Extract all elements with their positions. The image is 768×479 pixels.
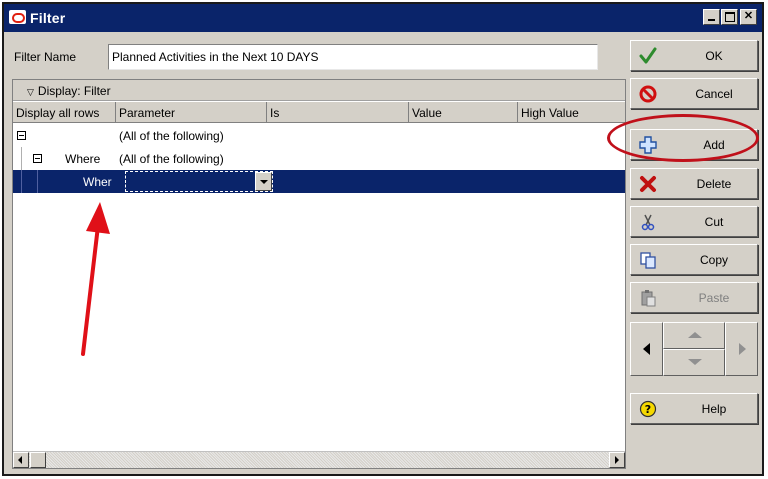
copy-label: Copy: [699, 253, 728, 267]
annotation-arrow-icon: [81, 202, 110, 356]
table-row[interactable]: (All of the following): [13, 124, 625, 147]
ok-label: OK: [705, 49, 723, 63]
scroll-left-icon[interactable]: [13, 452, 29, 468]
column-header-display-all-rows[interactable]: Display all rows: [13, 102, 116, 122]
cancel-button[interactable]: Cancel: [630, 78, 758, 109]
condition-cell: Where: [65, 152, 101, 166]
scrollbar-thumb[interactable]: [30, 452, 46, 468]
column-header-parameter[interactable]: Parameter: [116, 102, 267, 122]
filter-name-label: Filter Name: [14, 50, 77, 64]
arrow-down-icon: [688, 359, 702, 365]
display-filter-label: Display: Filter: [37, 84, 111, 98]
window-title: Filter: [30, 10, 66, 26]
scroll-right-icon[interactable]: [609, 452, 625, 468]
copy-icon: [640, 252, 656, 269]
column-header-value[interactable]: Value: [409, 102, 518, 122]
delete-x-icon: [640, 176, 656, 192]
paste-icon: [641, 290, 656, 307]
table-row-selected[interactable]: Wher: [13, 170, 625, 193]
column-headers: Display all rows Parameter Is Value High…: [13, 102, 625, 123]
maximize-icon[interactable]: [721, 9, 738, 25]
help-icon: ?: [639, 400, 657, 418]
oracle-logo-icon: [9, 10, 26, 24]
arrow-up-icon: [688, 332, 702, 338]
chevron-down-icon: ▽: [27, 87, 34, 97]
title-bar[interactable]: Filter ✕: [4, 4, 762, 32]
cut-button[interactable]: Cut: [630, 206, 758, 237]
tree-guide-line: [21, 170, 22, 193]
help-button[interactable]: ? Help: [630, 393, 758, 424]
parameter-cell: (All of the following): [119, 129, 224, 143]
close-icon[interactable]: ✕: [740, 9, 757, 25]
no-entry-icon: [639, 85, 657, 103]
minimize-icon[interactable]: [703, 9, 720, 25]
paste-label: Paste: [698, 291, 730, 305]
cancel-label: Cancel: [695, 87, 733, 101]
svg-text:?: ?: [645, 403, 651, 416]
cut-label: Cut: [704, 215, 724, 229]
horizontal-scrollbar[interactable]: [13, 451, 625, 468]
column-header-is[interactable]: Is: [267, 102, 409, 122]
move-navigation-pad: [630, 322, 758, 376]
arrow-left-icon: [643, 343, 650, 355]
checkmark-icon: [639, 47, 657, 64]
move-down-button[interactable]: [663, 349, 725, 376]
help-label: Help: [701, 402, 727, 416]
parameter-cell: (All of the following): [119, 152, 224, 166]
move-right-button[interactable]: [725, 322, 758, 376]
column-header-high-value[interactable]: High Value: [518, 102, 625, 122]
table-row[interactable]: Where (All of the following): [13, 147, 625, 170]
copy-button[interactable]: Copy: [630, 244, 758, 275]
parameter-dropdown[interactable]: [125, 171, 273, 192]
collapse-icon[interactable]: [17, 131, 26, 140]
tree-guide-line: [21, 147, 22, 170]
arrow-right-icon: [739, 343, 746, 355]
condition-cell: Wher: [83, 175, 112, 189]
move-left-button[interactable]: [630, 322, 663, 376]
tree-guide-line: [37, 170, 38, 193]
ok-button[interactable]: OK: [630, 40, 758, 71]
collapse-icon[interactable]: [33, 154, 42, 163]
delete-label: Delete: [696, 177, 732, 191]
annotation-highlight-ellipse: [607, 114, 759, 162]
delete-button[interactable]: Delete: [630, 168, 758, 199]
filter-name-input[interactable]: [108, 44, 598, 70]
scissors-icon: [641, 214, 655, 231]
paste-button[interactable]: Paste: [630, 282, 758, 313]
move-up-button[interactable]: [663, 322, 725, 349]
display-filter-header[interactable]: ▽ Display: Filter: [13, 80, 625, 101]
chevron-down-icon[interactable]: [255, 172, 272, 191]
